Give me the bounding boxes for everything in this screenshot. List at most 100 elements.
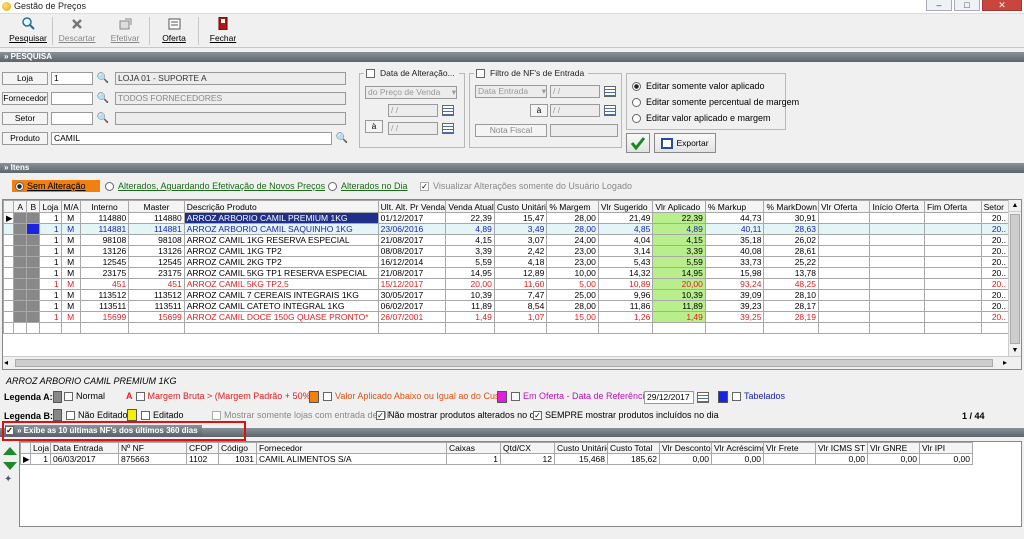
nf-header-checkbox[interactable]: ✓: [5, 426, 14, 435]
legend-a-cell[interactable]: [13, 289, 28, 301]
table-cell[interactable]: [924, 212, 982, 224]
col-header[interactable]: % Markup: [704, 200, 765, 213]
radio-button[interactable]: [105, 181, 114, 191]
table-cell[interactable]: 28,61: [763, 245, 819, 257]
table-cell[interactable]: 13126: [79, 245, 130, 257]
legend-b-cell[interactable]: [26, 278, 41, 290]
table-cell[interactable]: 10,39: [445, 289, 495, 301]
table-cell[interactable]: 10,00: [546, 267, 599, 279]
data-alteracao-checkbox[interactable]: [366, 68, 375, 78]
col-header[interactable]: Caixas: [446, 442, 501, 454]
table-cell[interactable]: 28,00: [546, 212, 599, 224]
table-cell[interactable]: [869, 267, 926, 279]
vlr-aplicado-cell[interactable]: 20,00: [652, 278, 706, 290]
table-row[interactable]: 1 M 113511 113511 ARROZ CAMIL CATETO INTEGRA…: [3, 300, 1010, 312]
legend-a-cell[interactable]: [13, 234, 28, 246]
table-cell[interactable]: 15,00: [546, 311, 599, 323]
col-header[interactable]: M/A: [60, 200, 81, 213]
radio-button[interactable]: [632, 113, 641, 123]
product-desc-cell[interactable]: ARROZ CAMIL 1KG TP2: [183, 245, 379, 257]
table-cell[interactable]: [869, 256, 926, 268]
table-cell[interactable]: [924, 289, 982, 301]
table-cell[interactable]: CAMIL ALIMENTOS S/A: [256, 453, 447, 465]
table-cell[interactable]: [924, 234, 982, 246]
table-cell[interactable]: 14,95: [445, 267, 495, 279]
table-cell[interactable]: 0,00: [659, 453, 712, 465]
product-desc-cell[interactable]: ARROZ CAMIL 7 CEREAIS INTEGRAIS 1KG: [183, 289, 379, 301]
minimize-button[interactable]: –: [926, 0, 952, 11]
radio-button[interactable]: [15, 181, 24, 191]
table-cell[interactable]: [924, 267, 982, 279]
table-cell[interactable]: 3,14: [597, 245, 654, 257]
col-header[interactable]: Vlr ICMS ST: [815, 442, 868, 454]
col-header[interactable]: Vlr Aplicado: [652, 200, 706, 213]
data-alteracao-select[interactable]: do Preço de Venda ▾: [365, 86, 457, 99]
table-cell[interactable]: 12,89: [493, 267, 548, 279]
calendar-icon[interactable]: [442, 105, 454, 116]
table-cell[interactable]: 113512: [79, 289, 130, 301]
legend-a-cell[interactable]: [13, 223, 28, 235]
legend-a-cell[interactable]: [13, 256, 28, 268]
table-cell[interactable]: 20..: [980, 267, 1010, 279]
table-cell[interactable]: 48,25: [763, 278, 819, 290]
table-cell[interactable]: [924, 245, 982, 257]
legend-b-cell[interactable]: [26, 300, 41, 312]
vlr-aplicado-cell[interactable]: 4,15: [652, 234, 706, 246]
col-header[interactable]: Loja: [30, 442, 51, 454]
table-cell[interactable]: [869, 234, 926, 246]
table-cell[interactable]: 30,91: [763, 212, 819, 224]
table-cell[interactable]: 5,43: [597, 256, 654, 268]
table-cell[interactable]: M: [60, 212, 81, 224]
only-user-option[interactable]: ✓ Visualizar Alterações somente do Usuári…: [420, 181, 632, 191]
table-cell[interactable]: 28,17: [763, 300, 819, 312]
filter-alterados-dia[interactable]: Alterados no Dia: [328, 181, 408, 191]
table-cell[interactable]: 5,00: [546, 278, 599, 290]
col-header[interactable]: A: [13, 200, 28, 213]
legend-checkbox[interactable]: [141, 410, 150, 420]
table-cell[interactable]: 185,62: [607, 453, 660, 465]
col-header[interactable]: Nº NF: [118, 442, 187, 454]
table-cell[interactable]: [924, 311, 982, 323]
table-cell[interactable]: 39,25: [704, 311, 765, 323]
table-cell[interactable]: 4,89: [445, 223, 495, 235]
col-header[interactable]: Vlr Sugerido: [597, 200, 654, 213]
table-cell[interactable]: [869, 289, 926, 301]
radio-button[interactable]: [632, 81, 641, 91]
table-cell[interactable]: 13126: [128, 245, 185, 257]
table-cell[interactable]: 28,10: [763, 289, 819, 301]
confirm-button[interactable]: [626, 133, 650, 153]
table-cell[interactable]: [924, 256, 982, 268]
table-cell[interactable]: 114880: [128, 212, 185, 224]
table-cell[interactable]: 451: [79, 278, 130, 290]
table-cell[interactable]: 21/08/2017: [377, 234, 447, 246]
table-cell[interactable]: 8,54: [493, 300, 548, 312]
legend-a-cell[interactable]: [13, 278, 28, 290]
table-cell[interactable]: 3,39: [445, 245, 495, 257]
opt-sempre-mostrar[interactable]: ✓ SEMPRE mostrar produtos incluídos no di…: [533, 410, 719, 420]
search-fornecedor-icon[interactable]: 🔍: [97, 92, 109, 104]
filter-sem-alteracao[interactable]: Sem Alteração: [12, 180, 100, 192]
fechar-button[interactable]: Fechar: [199, 14, 247, 47]
table-cell[interactable]: 08/08/2017: [377, 245, 447, 257]
table-cell[interactable]: 20..: [980, 245, 1010, 257]
col-header[interactable]: Loja: [39, 200, 62, 213]
table-row[interactable]: 1 M 12545 12545 ARROZ CAMIL 2KG TP2 16/12/201…: [3, 256, 1010, 268]
table-cell[interactable]: 7,47: [493, 289, 548, 301]
table-cell[interactable]: 93,24: [704, 278, 765, 290]
table-cell[interactable]: 114881: [79, 223, 130, 235]
table-cell[interactable]: 1: [39, 223, 62, 235]
table-cell[interactable]: 23,00: [546, 256, 599, 268]
legend-b-cell[interactable]: [26, 245, 41, 257]
table-cell[interactable]: 1031: [218, 453, 257, 465]
table-cell[interactable]: [869, 278, 926, 290]
table-cell[interactable]: 15,468: [554, 453, 608, 465]
table-cell[interactable]: [817, 289, 871, 301]
col-header[interactable]: Vlr Desconto: [659, 442, 712, 454]
table-cell[interactable]: 40,08: [704, 245, 765, 257]
exportar-button[interactable]: Exportar: [654, 133, 716, 153]
table-cell[interactable]: 39,09: [704, 289, 765, 301]
col-header[interactable]: Vlr Frete: [763, 442, 816, 454]
table-cell[interactable]: 2,42: [493, 245, 548, 257]
arrow-up-icon[interactable]: [3, 447, 17, 457]
nota-fiscal-input[interactable]: [550, 124, 618, 137]
